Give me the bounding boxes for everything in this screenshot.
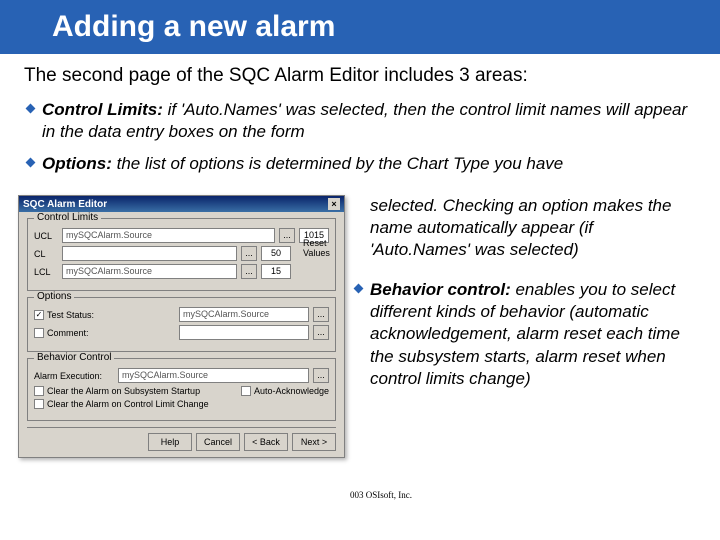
checkbox-auto-ack[interactable] [241,386,251,396]
sqc-alarm-editor-dialog: SQC Alarm Editor × Control Limits UCL my… [18,195,345,458]
diamond-icon [24,102,42,143]
value-cl[interactable]: 50 [261,246,291,261]
label-clear-limit-change: Clear the Alarm on Control Limit Change [47,399,209,409]
group-control-limits: Control Limits UCL mySQCAlarm.Source ...… [27,218,336,291]
close-icon[interactable]: × [328,198,340,210]
label-comment: Comment: [47,328,89,338]
cancel-button[interactable]: Cancel [196,433,240,451]
help-button[interactable]: Help [148,433,192,451]
next-button[interactable]: Next > [292,433,336,451]
group-caption: Control Limits [34,212,101,223]
browse-button[interactable]: ... [313,325,329,340]
label-test-status: Test Status: [47,310,94,320]
input-alarm-execution[interactable]: mySQCAlarm.Source [118,368,309,383]
checkbox-clear-limit-change[interactable] [34,399,44,409]
back-button[interactable]: < Back [244,433,288,451]
checkbox-test-status[interactable]: ✓ [34,310,44,320]
input-cl[interactable] [62,246,237,261]
label-alarm-execution: Alarm Execution: [34,371,114,381]
browse-button[interactable]: ... [313,307,329,322]
diamond-icon [24,156,42,175]
label-lcl: LCL [34,267,58,277]
dialog-title-text: SQC Alarm Editor [23,199,107,210]
reset-values-label: Reset Values [303,239,337,259]
group-options: Options ✓Test Status: mySQCAlarm.Source … [27,297,336,352]
input-ucl[interactable]: mySQCAlarm.Source [62,228,275,243]
bullet-behavior: Behavior control: enables you to select … [352,279,697,389]
bullet-options: Options: the list of options is determin… [24,153,696,175]
bullet-options-cont: selected. Checking an option makes the n… [352,195,697,261]
dialog-buttons: Help Cancel < Back Next > [27,427,336,451]
group-caption: Behavior Control [34,352,114,363]
browse-button[interactable]: ... [313,368,329,383]
group-behavior: Behavior Control Alarm Execution: mySQCA… [27,358,336,421]
input-lcl[interactable]: mySQCAlarm.Source [62,264,237,279]
label-clear-startup: Clear the Alarm on Subsystem Startup [47,386,200,396]
slide-title: Adding a new alarm [0,0,720,54]
group-caption: Options [34,291,74,302]
value-lcl[interactable]: 15 [261,264,291,279]
intro-text: The second page of the SQC Alarm Editor … [24,64,696,89]
label-cl: CL [34,249,58,259]
diamond-icon [352,282,370,389]
footer-text: 003 OSIsoft, Inc. [350,490,412,500]
browse-button[interactable]: ... [279,228,295,243]
checkbox-comment[interactable] [34,328,44,338]
dialog-titlebar: SQC Alarm Editor × [19,196,344,212]
input-test-status[interactable]: mySQCAlarm.Source [179,307,309,322]
label-ucl: UCL [34,231,58,241]
browse-button[interactable]: ... [241,246,257,261]
checkbox-clear-startup[interactable] [34,386,44,396]
input-comment[interactable] [179,325,309,340]
bullet-control-limits: Control Limits: if 'Auto.Names' was sele… [24,99,696,143]
browse-button[interactable]: ... [241,264,257,279]
label-auto-ack: Auto-Acknowledge [254,386,329,396]
